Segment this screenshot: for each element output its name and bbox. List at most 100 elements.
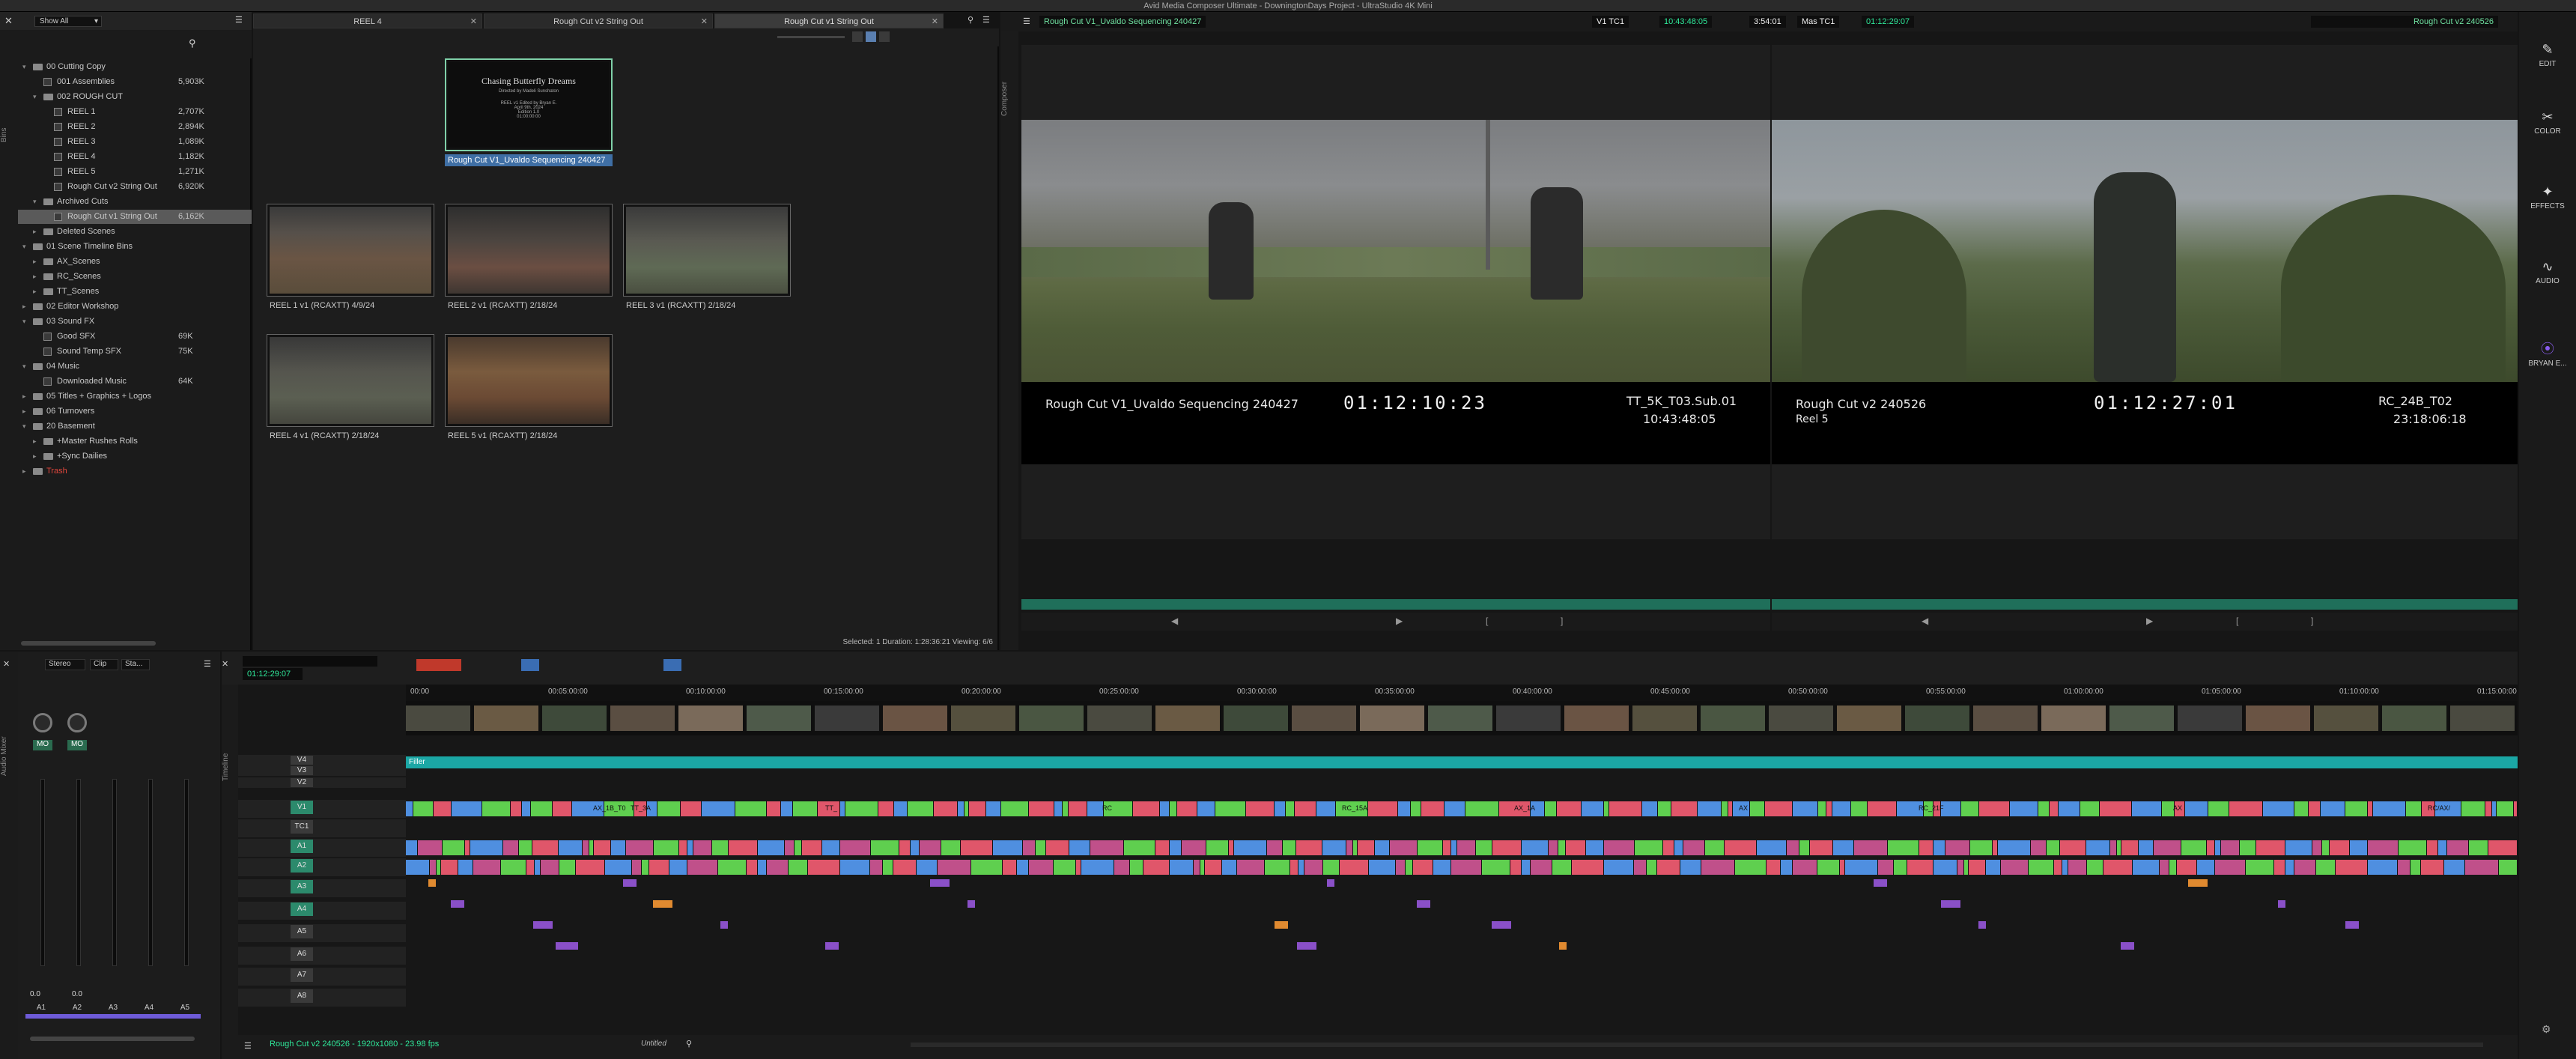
mark-in-icon[interactable]: [: [1486, 616, 1488, 626]
audio-clip[interactable]: [1417, 900, 1430, 908]
bin-tree-item[interactable]: ▸ RC_Scenes: [18, 270, 252, 284]
timeline-clip[interactable]: [1316, 801, 1336, 816]
audio-clip[interactable]: [623, 879, 637, 887]
track-header[interactable]: A5: [238, 924, 406, 942]
volume-fader[interactable]: [76, 779, 81, 966]
link-tool[interactable]: [663, 659, 681, 671]
timeline-clip[interactable]: [2497, 801, 2514, 816]
track-header[interactable]: A3: [238, 879, 406, 897]
timeline-clip[interactable]: [1114, 860, 1130, 875]
menu-icon[interactable]: ☰: [982, 15, 990, 25]
timeline-clip[interactable]: [2321, 801, 2345, 816]
timeline-clip[interactable]: [1919, 840, 1933, 855]
timeline-clip[interactable]: [1457, 840, 1476, 855]
sequence-thumbnail[interactable]: Chasing Butterfly Dreams Directed by Mad…: [445, 58, 613, 151]
timeline-clip[interactable]: [2059, 801, 2080, 816]
timeline-clip[interactable]: [1933, 860, 1957, 875]
timeline-clip[interactable]: [583, 840, 589, 855]
expand-down-icon[interactable]: ▾: [22, 419, 30, 434]
timeline-clip[interactable]: [712, 840, 729, 855]
bin-tree-item[interactable]: ▾ 03 Sound FX: [18, 315, 252, 329]
search-icon[interactable]: ⚲: [686, 1039, 692, 1049]
timeline-clip[interactable]: [1237, 860, 1265, 875]
timeline-clip[interactable]: [1826, 801, 1832, 816]
timeline-clip[interactable]: [430, 860, 437, 875]
timeline-clip[interactable]: [2465, 860, 2499, 875]
timeline-clip[interactable]: [1722, 801, 1728, 816]
bin-tree-item[interactable]: Rough Cut v1 String Out 6,162K: [18, 210, 252, 224]
timeline-clip[interactable]: [657, 801, 681, 816]
expand-right-icon[interactable]: ▸: [22, 300, 30, 314]
mark-in-icon[interactable]: [: [2236, 616, 2238, 626]
timeline-clip[interactable]: [986, 801, 1001, 816]
audio-clip[interactable]: [967, 900, 975, 908]
track-name[interactable]: A2: [291, 859, 313, 873]
bin-tree-item[interactable]: ▸ AX_Scenes: [18, 255, 252, 269]
horizontal-scrollbar[interactable]: [21, 641, 156, 646]
audio-clip[interactable]: [2121, 942, 2134, 950]
expand-right-icon[interactable]: ▸: [22, 464, 30, 479]
bin-tree-item[interactable]: REEL 4 1,182K: [18, 150, 252, 164]
bin-tree-item[interactable]: Good SFX 69K: [18, 330, 252, 344]
timeline-clip[interactable]: [1604, 860, 1634, 875]
sta-dropdown[interactable]: Sta...: [121, 659, 150, 670]
close-icon[interactable]: ✕: [701, 14, 708, 29]
track-name[interactable]: A5: [291, 925, 313, 938]
timeline-clip[interactable]: [1634, 860, 1647, 875]
timeline-clip[interactable]: [2274, 860, 2285, 875]
timeline-clip[interactable]: [1635, 840, 1663, 855]
composer-side-tab[interactable]: Composer: [1000, 69, 1018, 129]
timeline-clip[interactable]: [443, 840, 465, 855]
timeline-clip[interactable]: [2154, 840, 2181, 855]
timeline-clip[interactable]: [1647, 860, 1657, 875]
timeline-clip[interactable]: [2398, 860, 2411, 875]
bin-tree-item[interactable]: ▸ Deleted Scenes: [18, 225, 252, 239]
timeline-clip[interactable]: [2100, 801, 2132, 816]
audio-clip[interactable]: [1275, 921, 1288, 929]
volume-fader[interactable]: [148, 779, 153, 966]
timeline-clip[interactable]: [1182, 840, 1206, 855]
timeline-clip[interactable]: [789, 860, 808, 875]
timeline-clip[interactable]: [1970, 840, 1993, 855]
sequence-thumbnail[interactable]: [623, 204, 791, 297]
timeline-clip[interactable]: [969, 801, 986, 816]
timeline-clip[interactable]: [785, 840, 795, 855]
timeline-clip[interactable]: [767, 860, 789, 875]
timeline-clip[interactable]: [1413, 860, 1433, 875]
timeline-clip[interactable]: [1582, 801, 1604, 816]
timeline-clip[interactable]: [1322, 840, 1346, 855]
timeline-zoom-scrollbar[interactable]: [911, 1043, 2483, 1047]
timeline-clip[interactable]: [1206, 840, 1229, 855]
timeline-clip[interactable]: [1398, 801, 1411, 816]
timeline-clip[interactable]: [1076, 860, 1081, 875]
timeline-position[interactable]: 01:12:29:07: [243, 668, 303, 680]
a1-track[interactable]: [406, 839, 2518, 857]
close-icon[interactable]: ✕: [932, 14, 938, 29]
track-name[interactable]: A7: [291, 968, 313, 982]
timeline-clip[interactable]: [1757, 840, 1787, 855]
volume-fader[interactable]: [40, 779, 45, 966]
timeline-clip[interactable]: [1531, 860, 1552, 875]
slider-icon[interactable]: [777, 36, 845, 38]
pan-knob[interactable]: [33, 713, 52, 732]
audio-clip[interactable]: [1978, 921, 1986, 929]
timeline-clip[interactable]: [1390, 840, 1418, 855]
expand-down-icon[interactable]: ▾: [22, 315, 30, 329]
expand-right-icon[interactable]: ▸: [22, 389, 30, 404]
expand-down-icon[interactable]: ▾: [22, 240, 30, 254]
timeline-clip[interactable]: [1296, 840, 1322, 855]
timeline-clip[interactable]: [1036, 840, 1046, 855]
bin-tree-item[interactable]: ▾ 20 Basement: [18, 419, 252, 434]
timeline-clip[interactable]: [971, 860, 1003, 875]
timeline-clip[interactable]: [2368, 840, 2399, 855]
timeline-clip[interactable]: [642, 860, 649, 875]
timeline-clip[interactable]: [1029, 860, 1054, 875]
user-button[interactable]: ⦿ BRYAN E...: [2519, 342, 2576, 368]
tab-reel-4[interactable]: REEL 4 ✕: [253, 13, 482, 28]
timeline-clip[interactable]: [1265, 860, 1290, 875]
timeline-clip[interactable]: [1476, 840, 1492, 855]
bin-tree-item[interactable]: ▾ 01 Scene Timeline Bins: [18, 240, 252, 254]
timeline-clip[interactable]: [626, 840, 654, 855]
timeline-clip[interactable]: [1346, 840, 1353, 855]
track-name[interactable]: A3: [291, 880, 313, 893]
